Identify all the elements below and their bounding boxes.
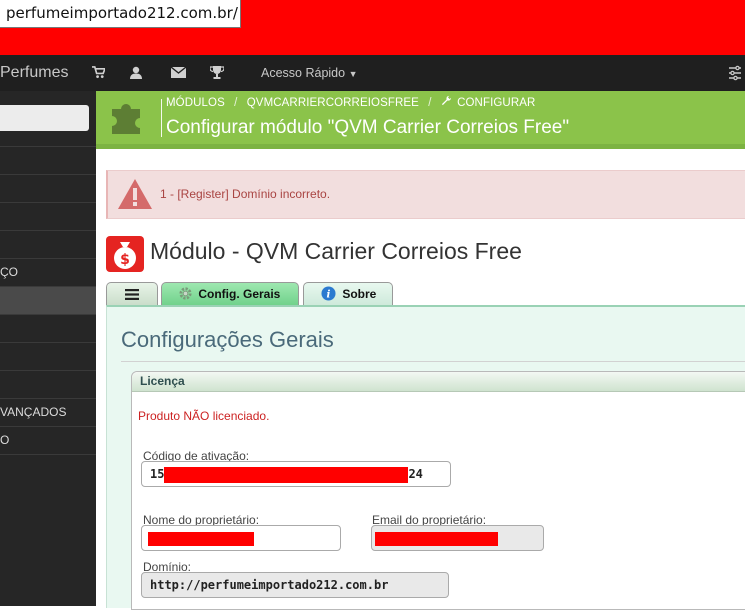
- alert-message: 1 - [Register] Domínio incorreto.: [160, 187, 331, 201]
- tab-sobre-label: Sobre: [342, 287, 377, 301]
- sidebar-item[interactable]: [0, 230, 96, 258]
- section-divider: [121, 361, 745, 362]
- sidebar-item[interactable]: O: [0, 426, 96, 454]
- quick-access-menu[interactable]: Acesso Rápido ▼: [261, 55, 357, 91]
- sidebar-item[interactable]: VANÇADOS: [0, 398, 96, 426]
- sidebar-item[interactable]: [0, 146, 96, 174]
- sidebar-item[interactable]: [0, 314, 96, 342]
- sidebar-item[interactable]: [0, 370, 96, 398]
- url-field[interactable]: perfumeimportado212.com.br/: [0, 0, 241, 28]
- trophy-icon[interactable]: [208, 55, 226, 91]
- svg-text:i: i: [327, 289, 331, 301]
- page-title: Configurar módulo "QVM Carrier Correios …: [166, 117, 570, 138]
- user-icon[interactable]: [127, 55, 145, 91]
- sidebar: ÇO VANÇADOS O: [0, 91, 96, 606]
- breadcrumb: MÓDULOS / QVMCARRIERCORREIOSFREE / CONFI…: [166, 95, 541, 109]
- breadcrumb-module[interactable]: QVMCARRIERCORREIOSFREE: [247, 97, 419, 109]
- license-fieldset: Licença Produto NÃO licenciado. Código d…: [131, 371, 745, 610]
- settings-icon[interactable]: [727, 55, 743, 91]
- module-header-underline: [96, 144, 745, 149]
- sidebar-search-input[interactable]: [0, 105, 89, 131]
- license-legend-bar: Licença: [132, 372, 745, 392]
- puzzle-piece-icon: [108, 97, 148, 137]
- svg-text:$: $: [120, 252, 130, 268]
- warning-icon: [116, 177, 154, 211]
- breadcrumb-modules[interactable]: MÓDULOS: [166, 97, 225, 109]
- sidebar-item[interactable]: [0, 342, 96, 370]
- shop-name[interactable]: Perfumes: [0, 55, 68, 91]
- sidebar-item[interactable]: [0, 174, 96, 202]
- license-legend: Licença: [140, 374, 185, 388]
- header-divider: [161, 99, 162, 137]
- sidebar-divider: [0, 454, 96, 456]
- redacted-block: [375, 531, 498, 546]
- info-icon: i: [321, 286, 339, 301]
- money-bag-icon: $: [106, 236, 144, 272]
- quick-access-label: Acesso Rápido: [261, 66, 346, 80]
- tab-menu[interactable]: [106, 282, 158, 306]
- section-title: Configurações Gerais: [121, 327, 334, 352]
- breadcrumb-separator: /: [428, 97, 432, 109]
- redacted-block: [164, 466, 409, 483]
- sidebar-item[interactable]: [0, 202, 96, 230]
- error-alert: 1 - [Register] Domínio incorreto.: [106, 170, 745, 219]
- wrench-icon: [441, 95, 455, 109]
- activation-code-prefix: 15: [150, 467, 165, 481]
- tab-config-gerais[interactable]: Config. Gerais: [161, 282, 299, 306]
- list-icon: [125, 287, 139, 301]
- owner-name-field[interactable]: [141, 525, 341, 551]
- module-header: MÓDULOS / QVMCARRIERCORREIOSFREE / CONFI…: [96, 91, 745, 144]
- tab-sobre[interactable]: i Sobre: [303, 282, 393, 306]
- envelope-icon[interactable]: [169, 55, 187, 91]
- sidebar-item[interactable]: ÇO: [0, 258, 96, 286]
- caret-down-icon: ▼: [348, 69, 358, 79]
- gear-icon: [178, 287, 196, 301]
- activation-code-suffix: 24: [408, 467, 423, 481]
- cart-icon[interactable]: [89, 55, 107, 91]
- redacted-block: [148, 531, 254, 546]
- module-title: Módulo - QVM Carrier Correios Free: [150, 238, 522, 264]
- breadcrumb-configure: CONFIGURAR: [457, 97, 536, 109]
- license-status: Produto NÃO licenciado.: [138, 409, 270, 423]
- sidebar-item-active[interactable]: [0, 286, 96, 314]
- admin-header: Perfumes Acesso Rápido ▼: [0, 55, 745, 91]
- domain-field[interactable]: http://perfumeimportado212.com.br: [141, 572, 449, 598]
- activation-code-field[interactable]: 15 24: [141, 461, 451, 487]
- config-panel: Configurações Gerais Licença Produto NÃO…: [106, 305, 745, 610]
- owner-email-field[interactable]: [371, 525, 544, 551]
- tab-config-gerais-label: Config. Gerais: [198, 287, 281, 301]
- breadcrumb-separator: /: [234, 97, 238, 109]
